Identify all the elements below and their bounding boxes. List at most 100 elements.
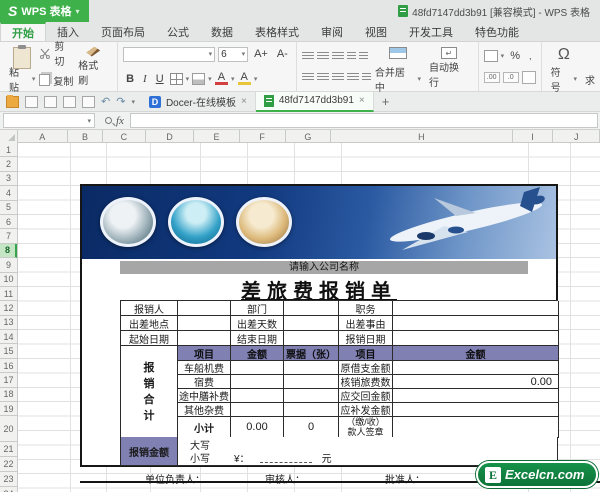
print-preview-icon[interactable]: [82, 95, 95, 108]
column-header-d[interactable]: D: [146, 130, 195, 143]
decrease-decimal-icon[interactable]: .0: [502, 71, 519, 83]
column-header-h[interactable]: H: [331, 130, 513, 143]
misc-fee-amount[interactable]: [231, 403, 284, 417]
row-header[interactable]: 20: [0, 416, 17, 443]
open-icon[interactable]: [6, 94, 19, 108]
wps-app-button[interactable]: S WPS 表格 ▾: [0, 0, 90, 22]
decrease-indent-icon[interactable]: [346, 51, 356, 61]
align-bottom-icon[interactable]: [331, 51, 344, 61]
amount-blank-line[interactable]: [259, 453, 312, 463]
tab-formulas[interactable]: 公式: [156, 22, 200, 41]
doc-tab-current[interactable]: 48fd7147dd3b91 ×: [255, 91, 374, 112]
column-header-e[interactable]: E: [194, 130, 240, 143]
copy-button[interactable]: 复制: [39, 73, 74, 88]
redo-icon[interactable]: ↷: [116, 95, 125, 108]
grow-font-button[interactable]: A+: [251, 48, 271, 60]
align-center-icon[interactable]: [316, 72, 329, 82]
column-header-b[interactable]: B: [68, 130, 103, 143]
tab-special-features[interactable]: 特色功能: [464, 22, 530, 41]
row-header[interactable]: 4: [0, 186, 17, 201]
start-date-value[interactable]: [178, 331, 231, 346]
trip-place-value[interactable]: [178, 316, 231, 331]
reissue-amount-value[interactable]: [393, 403, 559, 417]
wrap-text-button[interactable]: ↵ 自动换行: [425, 46, 473, 89]
comma-style-button[interactable]: ,: [526, 51, 535, 61]
number-format-icon[interactable]: [521, 70, 536, 84]
verified-expense-value[interactable]: 0.00: [393, 375, 559, 389]
symbol-button[interactable]: Ω 符号 ▾: [547, 46, 581, 94]
misc-fee-tickets[interactable]: [284, 403, 339, 417]
currency-format-icon[interactable]: [483, 50, 498, 62]
row-header[interactable]: 7: [0, 229, 17, 244]
format-painter-button[interactable]: 格式刷: [74, 46, 112, 88]
font-color-button[interactable]: A: [214, 72, 229, 85]
borrowed-amount-value[interactable]: [393, 361, 559, 375]
tab-home[interactable]: 开始: [0, 22, 46, 41]
row-header[interactable]: 5: [0, 201, 17, 215]
row-header[interactable]: 3: [0, 172, 17, 187]
distribute-icon[interactable]: [361, 72, 371, 82]
meal-allowance-tickets[interactable]: [284, 389, 339, 403]
shrink-font-button[interactable]: A-: [274, 48, 291, 60]
row-header[interactable]: 13: [0, 316, 17, 331]
align-top-icon[interactable]: [301, 51, 314, 61]
subtotal-tickets[interactable]: 0: [284, 417, 339, 438]
tab-page-layout[interactable]: 页面布局: [90, 22, 156, 41]
tab-dev-tools[interactable]: 开发工具: [398, 22, 464, 41]
row-header[interactable]: 12: [0, 301, 17, 316]
bold-button[interactable]: B: [123, 73, 137, 85]
fx-icon[interactable]: fx: [116, 115, 124, 127]
trip-reason-value[interactable]: [393, 316, 559, 331]
row-header[interactable]: 23: [0, 472, 17, 488]
undo-icon[interactable]: ↶: [101, 95, 110, 108]
align-left-icon[interactable]: [301, 72, 314, 82]
trip-days-value[interactable]: [284, 316, 339, 331]
new-tab-button[interactable]: +: [374, 94, 398, 109]
row-header[interactable]: 18: [0, 388, 17, 403]
doc-tab-docer[interactable]: D Docer-在线模板 ×: [141, 91, 256, 112]
name-box[interactable]: ▾: [3, 113, 95, 128]
row-header[interactable]: 14: [0, 330, 17, 345]
lodging-fee-tickets[interactable]: [284, 375, 339, 389]
row-header[interactable]: 1: [0, 143, 17, 158]
row-header[interactable]: 16: [0, 359, 17, 374]
percent-style-button[interactable]: %: [507, 50, 523, 62]
row-header[interactable]: 10: [0, 273, 17, 287]
tab-data[interactable]: 数据: [200, 22, 244, 41]
transport-fee-tickets[interactable]: [284, 361, 339, 375]
company-name-placeholder[interactable]: 请输入公司名称: [120, 261, 528, 274]
merge-center-button[interactable]: 合并居中 ▾: [371, 46, 425, 94]
increase-indent-icon[interactable]: [358, 51, 368, 61]
position-value[interactable]: [393, 301, 559, 316]
subtotal-amount[interactable]: 0.00: [231, 417, 284, 438]
borders-button[interactable]: [169, 73, 183, 85]
cell-grid[interactable]: 请输入公司名称 差旅费报销单 报销人 部门 职务 出差地点 出差天数 出差事由: [18, 143, 600, 492]
tab-view[interactable]: 视图: [354, 22, 398, 41]
search-icon[interactable]: [105, 117, 112, 124]
save-icon[interactable]: [25, 95, 38, 108]
row-header[interactable]: 19: [0, 402, 17, 417]
font-size-select[interactable]: 6 ▾: [218, 46, 249, 62]
tab-table-style[interactable]: 表格样式: [244, 22, 310, 41]
return-amount-value[interactable]: [393, 389, 559, 403]
close-icon[interactable]: ×: [241, 96, 247, 107]
claimant-value[interactable]: [178, 301, 231, 316]
row-header[interactable]: 6: [0, 215, 17, 230]
print-icon[interactable]: [63, 95, 76, 108]
row-header[interactable]: 22: [0, 457, 17, 473]
end-date-value[interactable]: [284, 331, 339, 346]
tab-review[interactable]: 审阅: [310, 22, 354, 41]
autosum-button-partial[interactable]: 求: [581, 46, 595, 88]
column-header-j[interactable]: J: [553, 130, 600, 143]
italic-button[interactable]: I: [140, 73, 150, 85]
align-middle-icon[interactable]: [316, 51, 329, 61]
column-header-c[interactable]: C: [103, 130, 146, 143]
column-header-f[interactable]: F: [240, 130, 286, 143]
row-header[interactable]: 11: [0, 287, 17, 302]
select-all-corner[interactable]: [0, 130, 18, 143]
align-right-icon[interactable]: [331, 72, 344, 82]
column-header-a[interactable]: A: [18, 130, 68, 143]
justify-icon[interactable]: [346, 72, 359, 82]
row-header[interactable]: 17: [0, 373, 17, 388]
font-name-select[interactable]: ▾: [123, 46, 216, 62]
